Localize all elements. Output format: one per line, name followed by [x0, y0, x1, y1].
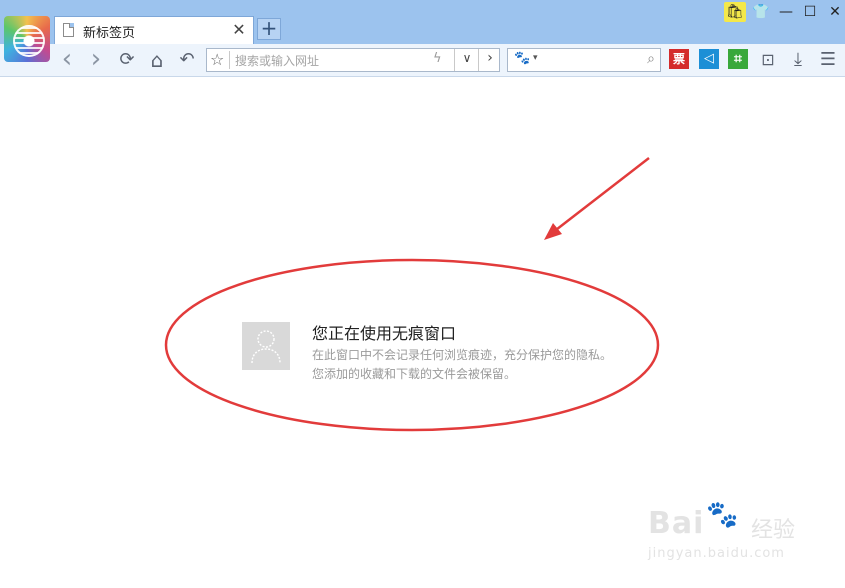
download-icon[interactable]: ⤓ [787, 49, 809, 71]
address-input[interactable] [233, 51, 433, 71]
search-icon[interactable]: ⌕ [647, 51, 655, 67]
watermark-brand-cn: 经验 [751, 518, 796, 543]
forward-button[interactable]: › [85, 46, 107, 72]
favorites-folder-icon[interactable]: ⊡ [757, 49, 779, 71]
ticket-extension-icon[interactable]: 票 [669, 49, 689, 69]
maximize-button[interactable]: ☐ [799, 2, 821, 22]
speed-mode-icon[interactable]: ϟ [433, 51, 442, 66]
address-divider [478, 49, 479, 71]
undo-close-button[interactable]: ↶ [176, 49, 198, 71]
annotation-arrow-head [544, 223, 562, 240]
address-dropdown-icon[interactable]: ∨ [457, 51, 477, 65]
baidu-paw-icon[interactable]: 🐾 [514, 51, 530, 66]
new-tab-button[interactable]: + [257, 18, 281, 40]
favorite-star-icon[interactable]: ☆ [210, 50, 224, 69]
shopping-bag-icon[interactable]: 🛍 [724, 2, 746, 22]
watermark-paw-icon: 🐾 [706, 500, 739, 530]
menu-icon[interactable]: ☰ [817, 49, 839, 71]
browser-logo-icon[interactable] [4, 16, 50, 62]
incognito-description-line2: 您添加的收藏和下载的文件会被保留。 [312, 367, 517, 381]
refresh-button[interactable]: ⟳ [116, 49, 138, 71]
incognito-description-line1: 在此窗口中不会记录任何浏览痕迹，充分保护您的隐私。 [312, 348, 613, 362]
speaker-extension-icon[interactable]: ◁ [699, 49, 719, 69]
go-arrow-icon[interactable]: › [481, 50, 499, 66]
tab-close-icon[interactable]: ✕ [231, 20, 247, 40]
toolbar: ‹ › ⟳ ⌂ ↶ ☆ ϟ ∨ › 🐾 ▾ ⌕ 票 ◁ ⌗ ⊡ ⤓ ☰ [0, 44, 845, 77]
incognito-title: 您正在使用无痕窗口 [312, 324, 457, 343]
address-bar: ☆ ϟ ∨ › [206, 48, 500, 72]
address-divider [229, 51, 230, 69]
tab-title: 新标签页 [83, 26, 136, 41]
skin-shirt-icon[interactable]: 👕 [750, 2, 772, 22]
watermark-brand: Bai [648, 506, 705, 541]
screenshot-extension-icon[interactable]: ⌗ [728, 49, 748, 69]
page-icon [63, 23, 74, 37]
search-box[interactable]: 🐾 ▾ ⌕ [507, 48, 661, 72]
home-button[interactable]: ⌂ [146, 49, 168, 71]
address-divider [454, 49, 455, 71]
back-button[interactable]: ‹ [56, 46, 78, 72]
baidu-jingyan-watermark: Bai 🐾 经验 jingyan.baidu.com [648, 500, 808, 568]
close-window-button[interactable]: ✕ [824, 2, 845, 22]
incognito-avatar-icon [242, 322, 290, 370]
tab-new-tab[interactable]: 新标签页 ✕ [54, 16, 254, 44]
minimize-button[interactable]: — [775, 2, 797, 22]
annotation-arrow-line [551, 157, 650, 234]
search-engine-caret-icon[interactable]: ▾ [533, 53, 538, 63]
watermark-url: jingyan.baidu.com [648, 546, 785, 561]
annotation-ellipse [164, 258, 660, 432]
